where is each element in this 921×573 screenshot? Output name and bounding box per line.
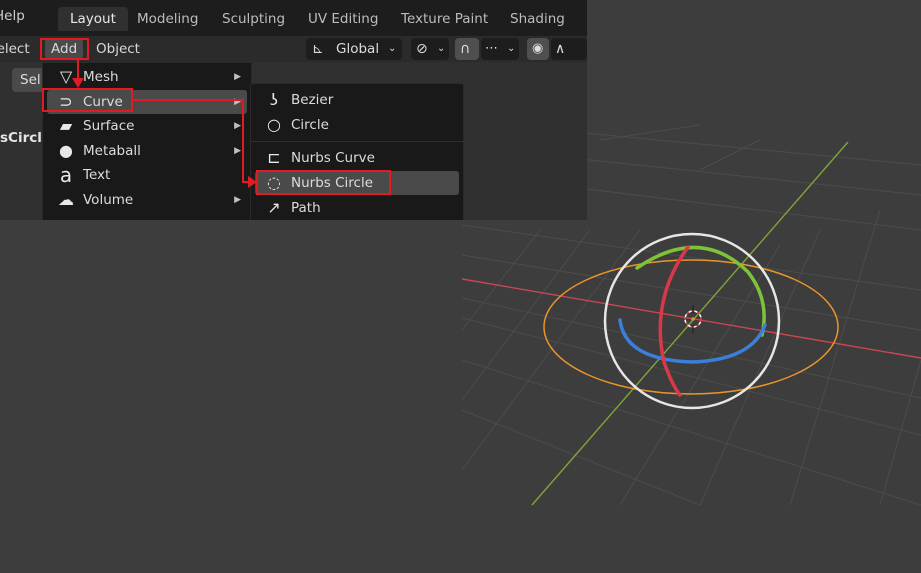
curve-item-circle[interactable]: ○ Circle (255, 113, 459, 137)
annotation-box-nurbs-circle (256, 170, 391, 195)
orientation-icon: ⊾ (312, 41, 324, 57)
menu-item-label: Text (83, 167, 111, 183)
help-menu[interactable]: Help (0, 8, 25, 24)
submenu-arrow-icon: ▶ (234, 97, 241, 107)
tab-shading[interactable]: Shading (498, 7, 577, 31)
add-menu-item-volume[interactable]: ☁ Volume ▶ (47, 188, 247, 212)
surface-icon: ▰ (59, 116, 73, 135)
menu-item-label: Path (291, 200, 321, 216)
submenu-arrow-icon: ▶ (234, 195, 241, 205)
curve-submenu: ʖ Bezier ○ Circle ⊏ Nurbs Curve ◌ Nurbs … (250, 83, 464, 220)
transform-orientation-dropdown[interactable]: ⊾ Global ⌄ (306, 38, 402, 60)
add-menu-item-surface[interactable]: ▰ Surface ▶ (47, 114, 247, 138)
add-menu-item-text[interactable]: a Text (47, 163, 247, 187)
tab-modeling[interactable]: Modeling (125, 7, 210, 31)
nurbs-curve-icon: ⊏ (267, 148, 281, 167)
submenu-arrow-icon: ▶ (234, 121, 241, 131)
magnet-icon: ∩ (460, 41, 471, 57)
chevron-down-icon: ⌄ (437, 43, 446, 54)
chevron-down-icon: ⌄ (388, 43, 397, 54)
blender-ui-crop: Help Layout Modeling Sculpting UV Editin… (0, 0, 587, 220)
pivot-point-dropdown[interactable]: ⊘ ⌄ (411, 38, 449, 60)
object-menu[interactable]: Object (90, 39, 146, 59)
submenu-arrow-icon: ▶ (234, 72, 241, 82)
tab-texture-paint[interactable]: Texture Paint (389, 7, 500, 31)
proportional-edit-toggle[interactable]: ◉ (527, 38, 549, 60)
proportional-icon: ◉ (532, 41, 544, 56)
falloff-dropdown[interactable]: ∧ (551, 38, 587, 60)
bezier-icon: ʖ (269, 90, 279, 109)
curve-item-path[interactable]: ↗ Path (255, 196, 459, 220)
volume-icon: ☁ (58, 190, 74, 209)
tab-layout[interactable]: Layout (58, 7, 128, 31)
snap-target-dropdown[interactable]: ⋯ ⌄ (481, 38, 519, 60)
menu-item-label: Circle (291, 117, 329, 133)
pivot-icon: ⊘ (416, 41, 428, 57)
curve-item-bezier[interactable]: ʖ Bezier (255, 88, 459, 112)
chevron-down-icon: ⌄ (507, 43, 516, 54)
menu-item-label: Surface (83, 118, 135, 134)
tab-uv-editing[interactable]: UV Editing (296, 7, 390, 31)
mesh-icon: ▽ (59, 67, 73, 86)
workspace-bar: Help Layout Modeling Sculpting UV Editin… (0, 0, 587, 36)
add-menu-item-mesh[interactable]: ▽ Mesh ▶ (47, 65, 247, 89)
3d-cursor-icon (684, 305, 702, 333)
path-icon: ↗ (267, 198, 281, 217)
menu-item-label: Bezier (291, 92, 334, 108)
tab-sculpting[interactable]: Sculpting (210, 7, 297, 31)
circle-curve-icon: ○ (267, 115, 281, 134)
menu-item-label: Mesh (83, 69, 119, 85)
submenu-arrow-icon: ▶ (234, 146, 241, 156)
falloff-curve-icon: ∧ (555, 41, 566, 57)
add-menu-item-metaball[interactable]: ● Metaball ▶ (47, 139, 247, 163)
menu-item-label: Volume (83, 192, 134, 208)
annotation-box-add (40, 38, 89, 60)
curve-item-nurbs-curve[interactable]: ⊏ Nurbs Curve (255, 146, 459, 170)
orientation-label: Global (336, 41, 380, 57)
menu-separator (251, 141, 463, 142)
annotation-box-curve (42, 88, 133, 112)
snap-toggle[interactable]: ∩ (455, 38, 479, 60)
select-menu[interactable]: Select (0, 39, 36, 59)
text-icon: a (59, 163, 73, 187)
snap-increment-icon: ⋯ (485, 41, 498, 56)
menu-item-label: Metaball (83, 143, 141, 159)
metaball-icon: ● (59, 141, 73, 160)
menu-item-label: Nurbs Curve (291, 150, 375, 166)
add-dropdown-menu: ▽ Mesh ▶ ⊃ Curve ▶ ▰ Surface ▶ ● Metabal… (42, 62, 252, 220)
